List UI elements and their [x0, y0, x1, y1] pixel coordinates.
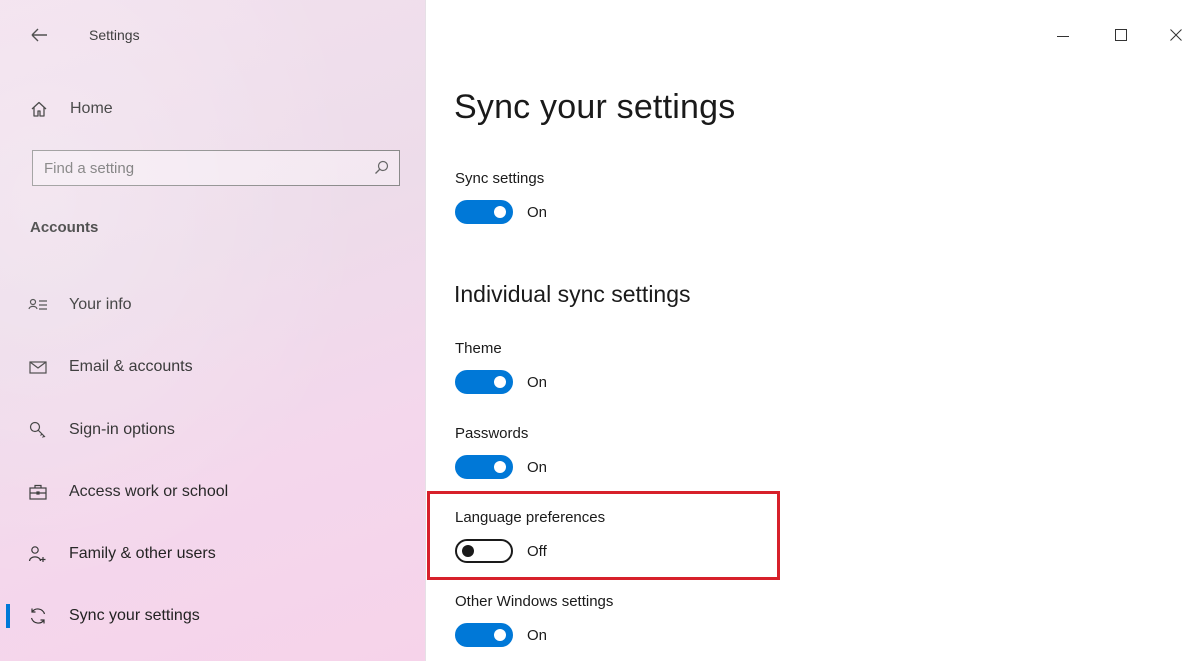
sync-settings-toggle[interactable]: [455, 200, 513, 224]
sidebar-item-email-accounts[interactable]: Email & accounts: [0, 347, 425, 387]
sidebar-item-your-info[interactable]: Your info: [0, 285, 425, 325]
sidebar: Settings Home Accounts Your info: [0, 0, 426, 661]
toggle-state-label: On: [527, 626, 548, 644]
theme-toggle[interactable]: [455, 370, 513, 394]
settings-window: Settings Home Accounts Your info: [0, 0, 1198, 661]
sidebar-item-sign-in-options[interactable]: Sign-in options: [0, 410, 425, 450]
setting-label: Theme: [455, 340, 502, 357]
person-lines-icon: [28, 298, 47, 310]
sidebar-item-label: Sign-in options: [69, 421, 175, 438]
sidebar-item-label: Access work or school: [69, 483, 229, 500]
setting-label: Other Windows settings: [455, 593, 614, 610]
language-preferences-toggle[interactable]: [455, 539, 513, 563]
sidebar-item-label: Sync your settings: [69, 607, 200, 624]
briefcase-icon: [29, 484, 47, 500]
app-title: Settings: [89, 27, 140, 43]
setting-label: Passwords: [455, 425, 529, 442]
language-preferences-setting: Language preferences Off: [455, 509, 605, 563]
individual-sync-heading: Individual sync settings: [454, 281, 691, 307]
sidebar-item-access-work-school[interactable]: Access work or school: [0, 472, 425, 512]
theme-setting: Theme On: [455, 340, 547, 394]
sidebar-item-label: Your info: [69, 296, 132, 313]
setting-label: Sync settings: [455, 170, 545, 187]
page-title: Sync your settings: [454, 88, 736, 126]
toggle-state-label: On: [527, 203, 548, 221]
other-windows-settings-setting: Other Windows settings On: [455, 593, 613, 647]
toggle-state-label: Off: [527, 542, 547, 560]
search-box[interactable]: [32, 150, 400, 186]
sidebar-item-label: Family & other users: [69, 545, 216, 562]
sidebar-item-label: Email & accounts: [69, 358, 193, 375]
sync-icon: [30, 608, 46, 624]
home-label: Home: [70, 100, 113, 117]
back-button[interactable]: [26, 22, 52, 48]
passwords-toggle[interactable]: [455, 455, 513, 479]
mail-icon: [29, 361, 47, 374]
sidebar-item-sync-your-settings[interactable]: Sync your settings: [0, 596, 425, 636]
main-content: Sync your settings Sync settings On Indi…: [426, 0, 1198, 661]
search-input[interactable]: [33, 151, 374, 185]
toggle-state-label: On: [527, 458, 548, 476]
section-heading: Accounts: [30, 219, 99, 236]
toggle-state-label: On: [527, 373, 548, 391]
other-windows-settings-toggle[interactable]: [455, 623, 513, 647]
back-arrow-icon: [31, 28, 47, 42]
search-icon[interactable]: [374, 160, 389, 175]
key-icon: [29, 421, 46, 438]
home-icon: [31, 101, 47, 117]
sidebar-item-family-other-users[interactable]: Family & other users: [0, 534, 425, 574]
home-nav-item[interactable]: Home: [30, 96, 113, 122]
active-indicator: [6, 604, 10, 628]
setting-label: Language preferences: [455, 509, 606, 526]
passwords-setting: Passwords On: [455, 425, 547, 479]
sync-settings-setting: Sync settings On: [455, 170, 547, 224]
add-person-icon: [28, 546, 46, 562]
